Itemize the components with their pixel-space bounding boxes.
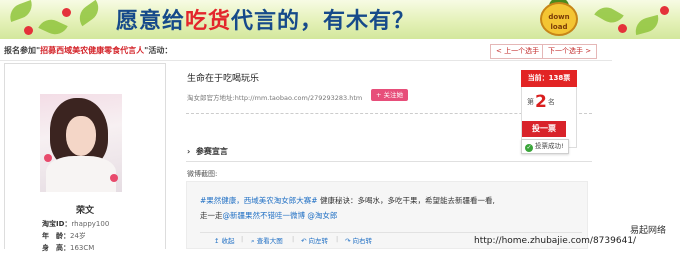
rotate-left-label: 向左转 bbox=[308, 237, 329, 245]
top-banner: 愿意给吃货代言的，有木有？ down load bbox=[0, 0, 680, 39]
leaf-decoration bbox=[38, 15, 68, 39]
vote-button[interactable]: 投一票 bbox=[522, 121, 566, 137]
collapse-label: 收起 bbox=[221, 237, 235, 245]
event-name-link[interactable]: 招募西域美农健康零食代言人 bbox=[40, 46, 144, 55]
rotate-left-link[interactable]: ↶ 向左转 bbox=[301, 235, 328, 245]
collapse-link[interactable]: ↥ 收起 bbox=[214, 235, 235, 245]
slogan-part: 愿意给 bbox=[116, 9, 186, 34]
rotate-left-icon: ↶ bbox=[301, 237, 309, 245]
check-icon: ✓ bbox=[525, 144, 533, 152]
shop-label: 淘女郎官方地址: bbox=[187, 94, 235, 102]
contestant-name: 荣文 bbox=[76, 206, 95, 216]
divider bbox=[186, 161, 592, 162]
next-contestant-button[interactable]: 下一个选手 > bbox=[542, 44, 598, 59]
badge-label: down load bbox=[548, 13, 570, 31]
view-large-link[interactable]: ⌕ 查看大图 bbox=[251, 235, 283, 246]
age-row: 年 龄：24岁 bbox=[42, 231, 86, 241]
rank-number: 2 bbox=[535, 92, 547, 112]
leaf-decoration bbox=[6, 0, 36, 23]
taobao-id-value: rhappy100 bbox=[71, 220, 110, 228]
age-label: 年 龄： bbox=[42, 232, 70, 240]
contestant-photo[interactable] bbox=[40, 94, 122, 192]
weibo-body: 健康秘诀：多喝水，多吃干果，希望能去新疆看一看, bbox=[317, 196, 495, 205]
section-title-label: 参赛宣言 bbox=[195, 147, 228, 156]
weibo-mention[interactable]: @淘女郎 bbox=[305, 211, 337, 220]
weibo-label: 微博截图: bbox=[187, 170, 218, 178]
taobao-id-label: 淘宝ID： bbox=[42, 220, 72, 228]
flower-decoration bbox=[110, 174, 118, 182]
height-label: 身 高： bbox=[42, 244, 70, 252]
watermark-url: http://home.zhubajie.com/8739641/ bbox=[474, 236, 637, 246]
separator: | bbox=[292, 235, 295, 243]
height-value: 163CM bbox=[70, 244, 95, 252]
weibo-mention[interactable]: @新疆果然不错哇一微博 bbox=[223, 211, 306, 220]
berry-decoration bbox=[660, 6, 669, 15]
rank-display: 第2名 bbox=[527, 92, 555, 112]
event-title: 报名参加"招募西域美农健康零食代言人"活动： bbox=[4, 45, 172, 56]
berry-decoration bbox=[62, 8, 71, 17]
vote-success-tooltip: ✓ 投票成功! bbox=[521, 139, 569, 154]
weibo-body: 走一走 bbox=[200, 211, 223, 220]
shop-address: 淘女郎官方地址:http://mm.taobao.com/279293283.h… bbox=[187, 92, 362, 102]
slogan-part: 代言的，有木有？ bbox=[231, 9, 416, 34]
rotate-right-label: 向右转 bbox=[352, 237, 373, 245]
view-large-label: 查看大图 bbox=[256, 237, 283, 245]
leaf-decoration bbox=[632, 14, 662, 36]
photo-face bbox=[66, 116, 96, 156]
prev-contestant-button[interactable]: < 上一个选手 bbox=[490, 44, 546, 59]
current-votes: 当前：138票 bbox=[521, 70, 577, 87]
collapse-icon: ↥ bbox=[214, 237, 222, 245]
rank-suffix: 名 bbox=[547, 98, 555, 106]
rotate-right-link[interactable]: ↷ 向右转 bbox=[345, 235, 372, 245]
slogan-highlight: 吃货 bbox=[185, 9, 232, 34]
event-suffix: "活动： bbox=[144, 46, 173, 55]
shop-link[interactable]: http://mm.taobao.com/279293283.htm bbox=[235, 94, 363, 102]
event-prefix: 报名参加" bbox=[4, 46, 41, 55]
rank-prefix: 第 bbox=[527, 98, 534, 106]
berry-decoration bbox=[24, 26, 33, 35]
separator: | bbox=[241, 235, 244, 243]
section-title: › 参赛宣言 bbox=[187, 146, 228, 157]
weibo-text: #果然健康，西域美农淘女郎大赛# 健康秘诀：多喝水，多吃干果，希望能去新疆看一看… bbox=[200, 193, 580, 223]
weibo-hashtag[interactable]: #果然健康，西域美农淘女郎大赛# bbox=[200, 196, 318, 205]
success-message: 投票成功! bbox=[535, 142, 564, 150]
berry-decoration bbox=[618, 24, 627, 33]
rotate-right-icon: ↷ bbox=[345, 237, 353, 245]
follow-button[interactable]: + 关注她 bbox=[371, 89, 409, 101]
watermark-brand: 易起网络 bbox=[630, 226, 667, 236]
chevron-right-icon: › bbox=[187, 147, 191, 156]
flower-decoration bbox=[44, 154, 52, 162]
entry-title: 生命在于吃喝玩乐 bbox=[187, 74, 260, 84]
age-value: 24岁 bbox=[70, 232, 86, 240]
height-row: 身 高：163CM bbox=[42, 243, 94, 253]
banner-slogan: 愿意给吃货代言的，有木有？ bbox=[116, 3, 415, 35]
separator: | bbox=[336, 235, 339, 243]
photo-body bbox=[46, 156, 116, 192]
leaf-decoration bbox=[74, 0, 104, 27]
divider bbox=[0, 60, 612, 61]
taobao-id-row: 淘宝ID：rhappy100 bbox=[42, 219, 109, 229]
download-badge[interactable]: down load bbox=[540, 2, 578, 36]
